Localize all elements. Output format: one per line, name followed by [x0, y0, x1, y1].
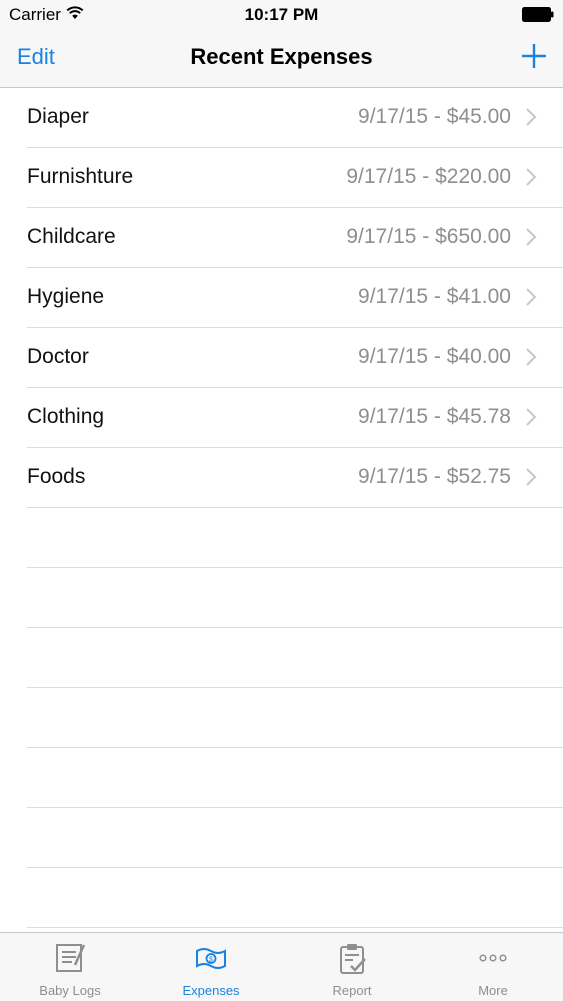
empty-row — [27, 748, 563, 808]
tab-label: More — [478, 983, 508, 998]
chevron-right-icon — [526, 288, 537, 306]
expense-row[interactable]: Furnishture 9/17/15 - $220.00 — [27, 148, 563, 208]
expense-row[interactable]: Diaper 9/17/15 - $45.00 — [27, 88, 563, 148]
clipboard-check-icon — [340, 944, 366, 974]
page-title: Recent Expenses — [190, 44, 373, 69]
chevron-right-icon — [526, 348, 537, 366]
expense-detail: 9/17/15 - $45.00 — [358, 105, 511, 128]
expense-row[interactable]: Childcare 9/17/15 - $650.00 — [27, 208, 563, 268]
status-time: 10:17 PM — [244, 5, 319, 24]
chevron-right-icon — [526, 408, 537, 426]
empty-row — [27, 808, 563, 868]
empty-row — [27, 628, 563, 688]
chevron-right-icon — [526, 108, 537, 126]
tab-bar: Baby Logs $ Expenses Report More — [0, 932, 563, 1001]
expense-category: Doctor — [27, 345, 89, 368]
plus-icon[interactable] — [519, 41, 549, 71]
tab-label: Report — [332, 983, 372, 998]
more-dots-icon — [479, 954, 507, 962]
navigation-bar: Edit Recent Expenses — [0, 30, 563, 88]
tab-baby-logs[interactable]: Baby Logs — [0, 933, 140, 1001]
expense-row[interactable]: Doctor 9/17/15 - $40.00 — [27, 328, 563, 388]
svg-text:$: $ — [209, 957, 213, 964]
status-bar: Carrier 10:17 PM — [0, 0, 563, 30]
empty-row — [27, 508, 563, 568]
expense-category: Hygiene — [27, 285, 105, 308]
expense-detail: 9/17/15 - $45.78 — [358, 405, 511, 428]
tab-label: Expenses — [182, 983, 240, 998]
money-icon: $ — [196, 948, 226, 969]
battery-icon — [522, 7, 554, 22]
expense-row[interactable]: Foods 9/17/15 - $52.75 — [27, 448, 563, 508]
empty-row — [27, 568, 563, 628]
empty-row — [27, 868, 563, 928]
expense-detail: 9/17/15 - $52.75 — [358, 465, 511, 488]
expense-category: Diaper — [27, 105, 89, 128]
notepad-icon — [56, 944, 86, 972]
chevron-right-icon — [526, 168, 537, 186]
expense-detail: 9/17/15 - $650.00 — [346, 225, 511, 248]
expense-detail: 9/17/15 - $220.00 — [346, 165, 511, 188]
tab-expenses[interactable]: $ Expenses — [141, 933, 281, 1001]
empty-row — [27, 688, 563, 748]
tab-report[interactable]: Report — [282, 933, 422, 1001]
chevron-right-icon — [526, 468, 537, 486]
tab-label: Baby Logs — [39, 983, 101, 998]
expense-category: Furnishture — [27, 165, 134, 188]
expenses-table: Diaper 9/17/15 - $45.00 Furnishture 9/17… — [0, 88, 563, 928]
expense-row[interactable]: Clothing 9/17/15 - $45.78 — [27, 388, 563, 448]
expense-detail: 9/17/15 - $40.00 — [358, 345, 511, 368]
tab-more[interactable]: More — [423, 933, 563, 1001]
expense-detail: 9/17/15 - $41.00 — [358, 285, 511, 308]
expense-row[interactable]: Hygiene 9/17/15 - $41.00 — [27, 268, 563, 328]
chevron-right-icon — [526, 228, 537, 246]
expense-category: Clothing — [27, 405, 105, 428]
expense-category: Foods — [27, 465, 86, 488]
expense-category: Childcare — [27, 225, 116, 248]
